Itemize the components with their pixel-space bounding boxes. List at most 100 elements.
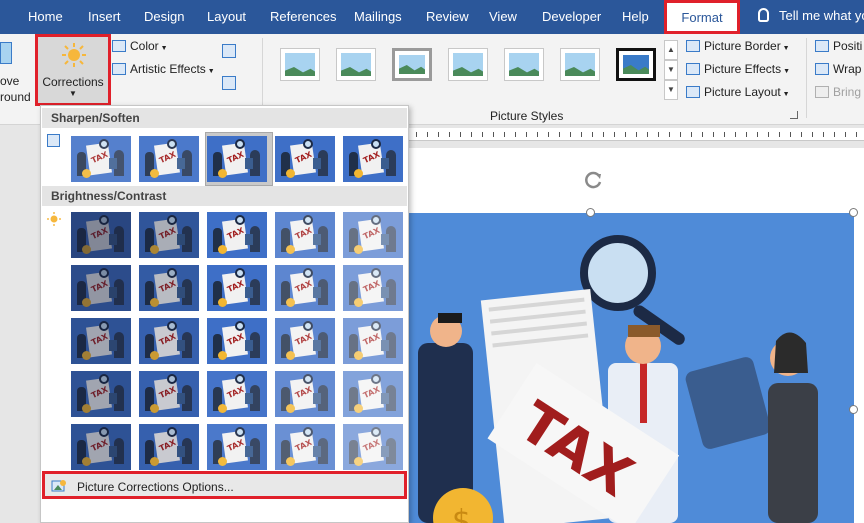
resize-handle[interactable]: [849, 405, 858, 414]
picture-style-thumb[interactable]: [616, 48, 656, 81]
correction-preview-thumb[interactable]: TAX: [139, 318, 199, 364]
remove-background-label-1: ove: [0, 74, 20, 88]
tab-developer[interactable]: Developer: [542, 9, 601, 24]
position-button[interactable]: Positi: [815, 39, 862, 53]
correction-preview-thumb[interactable]: TAX: [207, 265, 267, 311]
correction-preview-thumb[interactable]: TAX: [343, 136, 403, 182]
picture-layout-button[interactable]: Picture Layout ▼: [686, 85, 790, 99]
compress-pictures-icon[interactable]: [222, 44, 236, 58]
bring-forward-icon: [815, 86, 829, 98]
tab-view[interactable]: View: [489, 9, 517, 24]
correction-preview-thumb[interactable]: TAX: [71, 265, 131, 311]
correction-preview-thumb[interactable]: TAX: [207, 371, 267, 417]
correction-preview-thumb[interactable]: TAX: [139, 424, 199, 470]
picture-style-thumb[interactable]: [504, 48, 544, 81]
dialog-launcher-icon[interactable]: [790, 111, 798, 119]
color-icon: [112, 40, 126, 52]
correction-preview-thumb[interactable]: TAX: [71, 318, 131, 364]
remove-background-label-2: round: [0, 90, 31, 104]
correction-preview-thumb[interactable]: TAX: [139, 136, 199, 182]
picture-effects-button[interactable]: Picture Effects ▼: [686, 62, 790, 76]
horizontal-ruler[interactable]: [405, 128, 864, 141]
correction-preview-thumb[interactable]: TAX: [139, 212, 199, 258]
correction-preview-thumb[interactable]: TAX: [71, 424, 131, 470]
correction-preview-thumb[interactable]: TAX: [275, 136, 335, 182]
correction-preview-thumb[interactable]: TAX: [343, 371, 403, 417]
correction-preview-thumb[interactable]: TAX: [139, 371, 199, 417]
correction-preview-thumb[interactable]: TAX: [275, 265, 335, 311]
chevron-down-icon: ▼: [69, 89, 77, 98]
position-icon: [815, 40, 829, 52]
brightness-contrast-heading: Brightness/Contrast: [42, 186, 407, 206]
picture-style-thumb[interactable]: [392, 48, 432, 81]
color-label: Color: [130, 39, 159, 53]
gallery-more[interactable]: ▼: [664, 80, 678, 100]
correction-preview-thumb[interactable]: TAX: [71, 212, 131, 258]
picture-style-thumb[interactable]: [448, 48, 488, 81]
chevron-down-icon: ▼: [781, 68, 791, 75]
picture-layout-icon: [686, 86, 700, 98]
correction-preview-thumb[interactable]: TAX: [343, 318, 403, 364]
correction-preview-thumb[interactable]: TAX: [139, 265, 199, 311]
corrections-button[interactable]: Corrections ▼: [35, 34, 111, 106]
picture-effects-label: Picture Effects: [704, 62, 782, 76]
lightbulb-icon: [758, 8, 769, 22]
correction-preview-thumb[interactable]: TAX: [275, 424, 335, 470]
ribbon-separator: [806, 38, 807, 118]
remove-background-button[interactable]: ove round: [0, 34, 32, 106]
remove-background-icon: [0, 42, 12, 64]
correction-preview-thumb[interactable]: TAX: [275, 318, 335, 364]
rotate-handle-icon[interactable]: [581, 168, 605, 192]
resize-handle[interactable]: [586, 208, 595, 217]
picture-corrections-options[interactable]: Picture Corrections Options...: [42, 471, 407, 499]
chevron-down-icon: ▼: [780, 91, 790, 98]
tab-layout[interactable]: Layout: [207, 9, 246, 24]
tab-format[interactable]: Format: [664, 0, 740, 34]
correction-preview-thumb[interactable]: TAX: [343, 424, 403, 470]
correction-preview-thumb[interactable]: TAX: [275, 212, 335, 258]
gallery-scroll-up[interactable]: ▲: [664, 40, 678, 60]
picture-style-thumb[interactable]: [280, 48, 320, 81]
picture-layout-label: Picture Layout: [704, 85, 781, 99]
correction-preview-thumb[interactable]: TAX: [207, 212, 267, 258]
tab-mailings[interactable]: Mailings: [354, 9, 402, 24]
tab-insert[interactable]: Insert: [88, 9, 121, 24]
picture-border-label: Picture Border: [704, 39, 781, 53]
coin-symbol: $: [452, 504, 471, 523]
bring-label: Bring: [833, 85, 862, 99]
wrap-text-icon: [815, 63, 829, 75]
sharpen-soften-heading: Sharpen/Soften: [42, 108, 407, 128]
tab-references[interactable]: References: [270, 9, 336, 24]
correction-preview-thumb[interactable]: TAX: [343, 265, 403, 311]
picture-style-thumb[interactable]: [560, 48, 600, 81]
correction-preview-thumb[interactable]: TAX: [275, 371, 335, 417]
artistic-effects-button[interactable]: Artistic Effects ▼: [112, 62, 215, 80]
change-picture-icon[interactable]: [222, 76, 236, 90]
picture-border-button[interactable]: Picture Border ▼: [686, 39, 790, 53]
artistic-effects-icon: [112, 63, 126, 75]
wrap-text-button[interactable]: Wrap: [815, 62, 861, 76]
tab-review[interactable]: Review: [426, 9, 469, 24]
tab-home[interactable]: Home: [28, 9, 63, 24]
correction-preview-thumb[interactable]: TAX: [343, 212, 403, 258]
color-button[interactable]: Color ▼: [112, 39, 168, 57]
correction-preview-thumb[interactable]: TAX: [207, 424, 267, 470]
tell-me-search[interactable]: Tell me what yo: [758, 8, 864, 23]
resize-handle[interactable]: [849, 208, 858, 217]
correction-preview-thumb[interactable]: TAX: [207, 318, 267, 364]
bring-forward-button[interactable]: Bring: [815, 85, 861, 99]
tab-design[interactable]: Design: [144, 9, 184, 24]
correction-preview-thumb[interactable]: TAX: [71, 136, 131, 182]
chevron-down-icon: ▼: [205, 68, 215, 75]
picture-border-icon: [686, 40, 700, 52]
picture-styles-group-label: Picture Styles: [490, 109, 564, 123]
correction-preview-thumb[interactable]: TAX: [207, 136, 267, 182]
artistic-effects-label: Artistic Effects: [130, 62, 206, 76]
tab-help[interactable]: Help: [622, 9, 649, 24]
gallery-scroll-down[interactable]: ▼: [664, 60, 678, 80]
corrections-label: Corrections: [42, 75, 104, 89]
picture-style-thumb[interactable]: [336, 48, 376, 81]
picture-effects-icon: [686, 63, 700, 75]
position-label: Positi: [833, 39, 863, 53]
correction-preview-thumb[interactable]: TAX: [71, 371, 131, 417]
